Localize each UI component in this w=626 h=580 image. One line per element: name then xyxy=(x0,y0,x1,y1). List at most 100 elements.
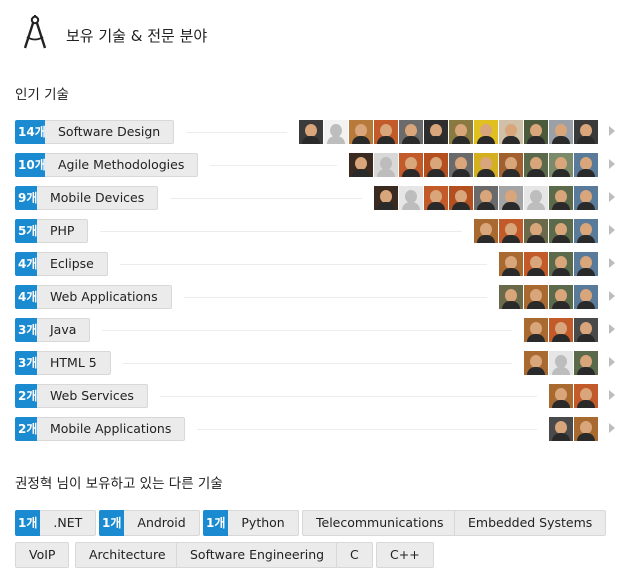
chevron-right-icon[interactable] xyxy=(609,126,615,136)
skill-tag-label[interactable]: Android xyxy=(124,510,200,536)
avatar[interactable] xyxy=(574,252,598,276)
skill-row[interactable]: 3개 Java xyxy=(15,315,623,348)
avatar[interactable] xyxy=(524,120,548,144)
avatar[interactable] xyxy=(549,120,573,144)
skill-name-label[interactable]: Eclipse xyxy=(37,252,108,276)
avatar[interactable] xyxy=(499,120,523,144)
avatar[interactable] xyxy=(449,153,473,177)
avatar[interactable] xyxy=(349,120,373,144)
avatar[interactable] xyxy=(524,186,548,210)
chevron-right-icon[interactable] xyxy=(609,225,615,235)
chevron-right-icon[interactable] xyxy=(609,423,615,433)
avatar[interactable] xyxy=(574,186,598,210)
skill-tag[interactable]: Embedded Systems xyxy=(454,510,607,536)
skill-tag[interactable]: Telecommunications xyxy=(302,510,458,536)
skill-tag[interactable]: 1개 Android xyxy=(99,510,200,536)
skill-row[interactable]: 14개 Software Design xyxy=(15,117,623,150)
avatar[interactable] xyxy=(499,186,523,210)
avatar[interactable] xyxy=(549,417,573,441)
avatar[interactable] xyxy=(399,120,423,144)
avatar[interactable] xyxy=(574,153,598,177)
skill-name-label[interactable]: PHP xyxy=(37,219,89,243)
skill-row[interactable]: 2개 Web Services xyxy=(15,381,623,414)
skill-row[interactable]: 9개 Mobile Devices xyxy=(15,183,623,216)
avatar[interactable] xyxy=(524,318,548,342)
avatar[interactable] xyxy=(499,219,523,243)
avatar[interactable] xyxy=(449,186,473,210)
avatar[interactable] xyxy=(324,120,348,144)
skill-name-label[interactable]: Mobile Devices xyxy=(37,186,159,210)
avatar[interactable] xyxy=(574,219,598,243)
skill-tag[interactable]: C xyxy=(336,542,373,568)
chevron-right-icon[interactable] xyxy=(609,159,615,169)
skill-tag-label[interactable]: VoIP xyxy=(15,542,70,568)
avatar[interactable] xyxy=(299,120,323,144)
avatar[interactable] xyxy=(549,186,573,210)
avatar[interactable] xyxy=(499,153,523,177)
avatar[interactable] xyxy=(549,351,573,375)
avatar[interactable] xyxy=(374,153,398,177)
skill-tag-label[interactable]: Telecommunications xyxy=(302,510,458,536)
avatar[interactable] xyxy=(374,186,398,210)
avatar[interactable] xyxy=(399,186,423,210)
avatar[interactable] xyxy=(499,285,523,309)
avatar[interactable] xyxy=(574,417,598,441)
avatar[interactable] xyxy=(524,219,548,243)
chevron-right-icon[interactable] xyxy=(609,192,615,202)
skill-tag[interactable]: 1개 .NET xyxy=(15,510,97,536)
skill-name-label[interactable]: Agile Methodologies xyxy=(45,153,199,177)
avatar[interactable] xyxy=(474,186,498,210)
skill-tag-label[interactable]: Architecture xyxy=(75,542,180,568)
avatar[interactable] xyxy=(574,120,598,144)
avatar[interactable] xyxy=(524,252,548,276)
avatar[interactable] xyxy=(574,351,598,375)
skill-name-label[interactable]: Web Applications xyxy=(37,285,172,309)
avatar[interactable] xyxy=(574,318,598,342)
skill-tag[interactable]: C++ xyxy=(376,542,434,568)
endorsement-count-badge[interactable]: 10개 xyxy=(15,153,49,177)
endorsement-count-badge[interactable]: 14개 xyxy=(15,120,49,144)
skill-row[interactable]: 4개 Web Applications xyxy=(15,282,623,315)
skill-tag-label[interactable]: Embedded Systems xyxy=(454,510,607,536)
avatar[interactable] xyxy=(549,252,573,276)
endorsement-count-badge[interactable]: 1개 xyxy=(203,510,229,536)
skill-tag-label[interactable]: Python xyxy=(228,510,299,536)
avatar[interactable] xyxy=(574,285,598,309)
skill-row[interactable]: 10개 Agile Methodologies xyxy=(15,150,623,183)
skill-tag[interactable]: Software Engineering xyxy=(176,542,339,568)
avatar[interactable] xyxy=(474,219,498,243)
chevron-right-icon[interactable] xyxy=(609,390,615,400)
skill-name-label[interactable]: HTML 5 xyxy=(37,351,111,375)
avatar[interactable] xyxy=(549,219,573,243)
avatar[interactable] xyxy=(449,120,473,144)
skill-tag[interactable]: VoIP xyxy=(15,542,70,568)
skill-tag-label[interactable]: Software Engineering xyxy=(176,542,339,568)
chevron-right-icon[interactable] xyxy=(609,324,615,334)
skill-tag-label[interactable]: C++ xyxy=(376,542,434,568)
avatar[interactable] xyxy=(424,120,448,144)
chevron-right-icon[interactable] xyxy=(609,291,615,301)
avatar[interactable] xyxy=(524,153,548,177)
avatar[interactable] xyxy=(349,153,373,177)
avatar[interactable] xyxy=(499,252,523,276)
avatar[interactable] xyxy=(474,120,498,144)
skill-name-label[interactable]: Java xyxy=(37,318,91,342)
avatar[interactable] xyxy=(549,285,573,309)
avatar[interactable] xyxy=(474,153,498,177)
avatar[interactable] xyxy=(549,384,573,408)
avatar[interactable] xyxy=(424,186,448,210)
avatar[interactable] xyxy=(549,318,573,342)
skill-row[interactable]: 4개 Eclipse xyxy=(15,249,623,282)
avatar[interactable] xyxy=(549,153,573,177)
skill-tag[interactable]: 1개 Python xyxy=(203,510,299,536)
avatar[interactable] xyxy=(399,153,423,177)
avatar[interactable] xyxy=(374,120,398,144)
chevron-right-icon[interactable] xyxy=(609,357,615,367)
skill-row[interactable]: 2개 Mobile Applications xyxy=(15,414,623,447)
chevron-right-icon[interactable] xyxy=(609,258,615,268)
endorsement-count-badge[interactable]: 1개 xyxy=(15,510,41,536)
skill-row[interactable]: 5개 PHP xyxy=(15,216,623,249)
skill-tag-label[interactable]: C xyxy=(336,542,373,568)
avatar[interactable] xyxy=(524,285,548,309)
avatar[interactable] xyxy=(524,351,548,375)
